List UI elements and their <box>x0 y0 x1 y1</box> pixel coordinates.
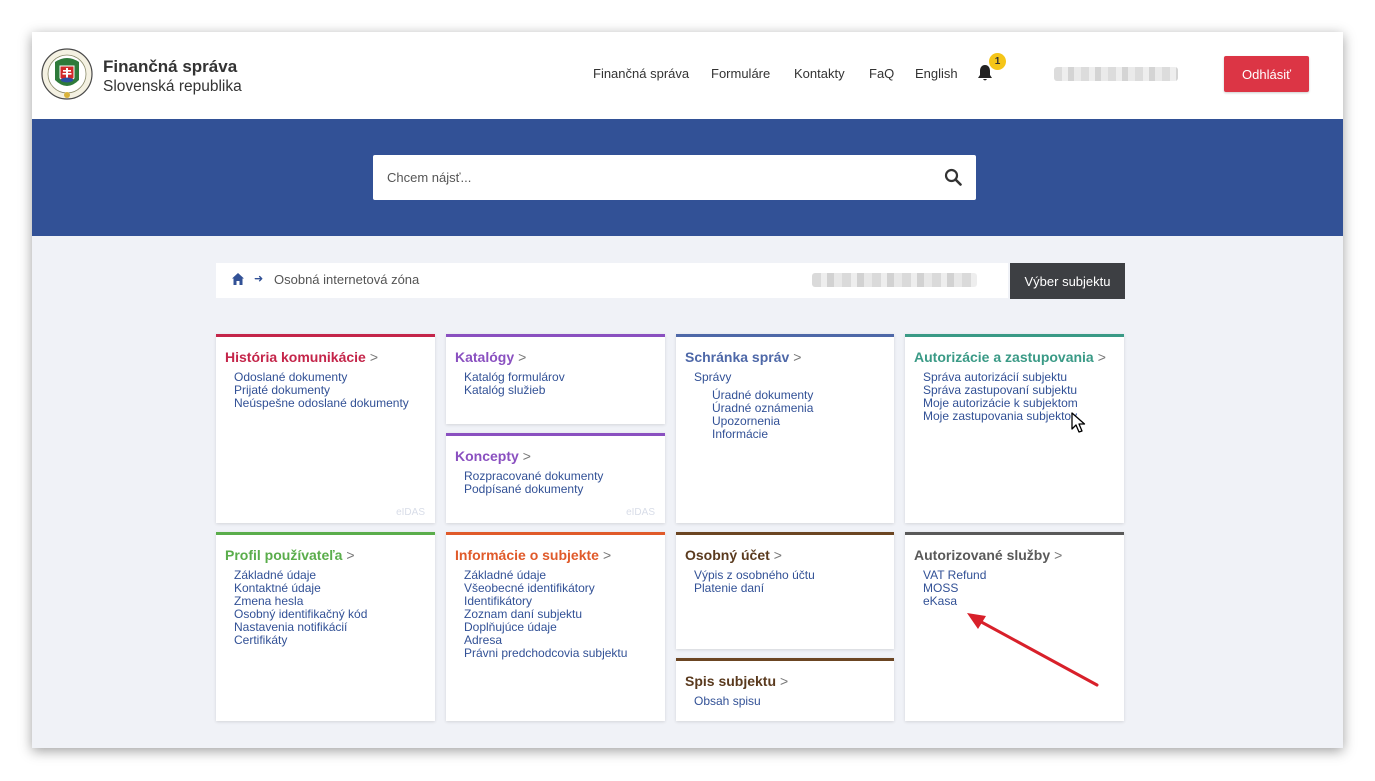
link-ekasa[interactable]: eKasa <box>923 595 986 608</box>
tile-historia-komunikacie: História komunikácie > Odoslané dokumenty… <box>216 334 435 523</box>
annotation-arrow-icon <box>967 613 1099 687</box>
tile-osobny-ucet: Osobný účet > Výpis z osobného účtu Plate… <box>676 532 894 649</box>
brand-title: Finančná správa <box>103 57 238 76</box>
financna-sprava-logo[interactable] <box>40 40 94 108</box>
tile-informacie-o-subjekte: Informácie o subjekte > Základné údaje Vš… <box>446 532 665 721</box>
tile-title-spis-subjektu[interactable]: Spis subjektu > <box>685 673 788 689</box>
subject-name-redacted <box>812 273 977 287</box>
breadcrumb-arrow-icon: ➜ <box>254 273 264 285</box>
home-icon[interactable] <box>231 272 245 286</box>
tile-profil-pouzivatela: Profil používateľa > Základné údaje Konta… <box>216 532 435 721</box>
tile-katalogy: Katalógy > Katalóg formulárov Katalóg slu… <box>446 334 665 424</box>
tile-title-informacie-o-subjekte[interactable]: Informácie o subjekte > <box>455 547 611 563</box>
link-certifikaty[interactable]: Certifikáty <box>234 634 367 647</box>
search-banner <box>32 119 1343 236</box>
nav-link-formulare[interactable]: Formuláre <box>711 66 770 81</box>
tile-spis-subjektu: Spis subjektu > Obsah spisu <box>676 658 894 721</box>
link-pravni-predchodcovia[interactable]: Právni predchodcovia subjektu <box>464 647 627 660</box>
search-input[interactable] <box>373 155 933 200</box>
link-obsah-spisu[interactable]: Obsah spisu <box>694 695 761 708</box>
mouse-cursor-icon <box>1071 412 1086 433</box>
link-neuspesne-odoslane-dokumenty[interactable]: Neúspešne odoslané dokumenty <box>234 397 409 410</box>
tile-autorizacie-a-zastupovania: Autorizácie a zastupovania > Správa autor… <box>905 334 1124 523</box>
browser-viewport: Finančná správa Slovenská republika Fina… <box>32 32 1343 748</box>
brand-subtitle: Slovenská republika <box>103 78 242 95</box>
search-icon[interactable] <box>944 168 962 186</box>
tile-schranka-sprav: Schránka správ > Správy Úradné dokumenty … <box>676 334 894 523</box>
tile-koncepty: Koncepty > Rozpracované dokumenty Podpísa… <box>446 433 665 523</box>
eidas-label: eIDAS <box>396 507 425 518</box>
nav-link-english[interactable]: English <box>915 66 958 81</box>
tile-title-profil[interactable]: Profil používateľa > <box>225 547 355 563</box>
tile-title-autorizacie[interactable]: Autorizácie a zastupovania > <box>914 349 1106 365</box>
search-box <box>373 155 976 200</box>
link-podpisane-dokumenty[interactable]: Podpísané dokumenty <box>464 483 603 496</box>
site-header: Finančná správa Slovenská republika Fina… <box>32 32 1343 119</box>
nav-link-financna-sprava[interactable]: Finančná správa <box>593 66 689 81</box>
user-name-redacted <box>1054 67 1178 81</box>
tile-title-koncepty[interactable]: Koncepty > <box>455 448 531 464</box>
tile-title-katalogy[interactable]: Katalógy > <box>455 349 526 365</box>
link-spravy[interactable]: Správy <box>694 371 813 384</box>
breadcrumb-current: Osobná internetová zóna <box>274 272 420 287</box>
logout-button[interactable]: Odhlásiť <box>1224 56 1309 92</box>
link-moje-zastupovania[interactable]: Moje zastupovania subjektov <box>923 410 1078 423</box>
link-informacie[interactable]: Informácie <box>694 428 813 441</box>
link-katalog-sluzieb[interactable]: Katalóg služieb <box>464 384 565 397</box>
breadcrumb: ➜ Osobná internetová zóna <box>216 263 1008 298</box>
nav-link-faq[interactable]: FaQ <box>869 66 894 81</box>
notification-count-badge: 1 <box>989 53 1006 70</box>
tile-title-schranka-sprav[interactable]: Schránka správ > <box>685 349 801 365</box>
eidas-label: eIDAS <box>626 507 655 518</box>
tile-title-osobny-ucet[interactable]: Osobný účet > <box>685 547 782 563</box>
nav-link-kontakty[interactable]: Kontakty <box>794 66 845 81</box>
link-platenie-dani[interactable]: Platenie daní <box>694 582 815 595</box>
select-subject-button[interactable]: Výber subjektu <box>1010 263 1125 299</box>
tile-title-historia-komunikacie[interactable]: História komunikácie > <box>225 349 378 365</box>
tile-title-autorizovane-sluzby[interactable]: Autorizované služby > <box>914 547 1062 563</box>
